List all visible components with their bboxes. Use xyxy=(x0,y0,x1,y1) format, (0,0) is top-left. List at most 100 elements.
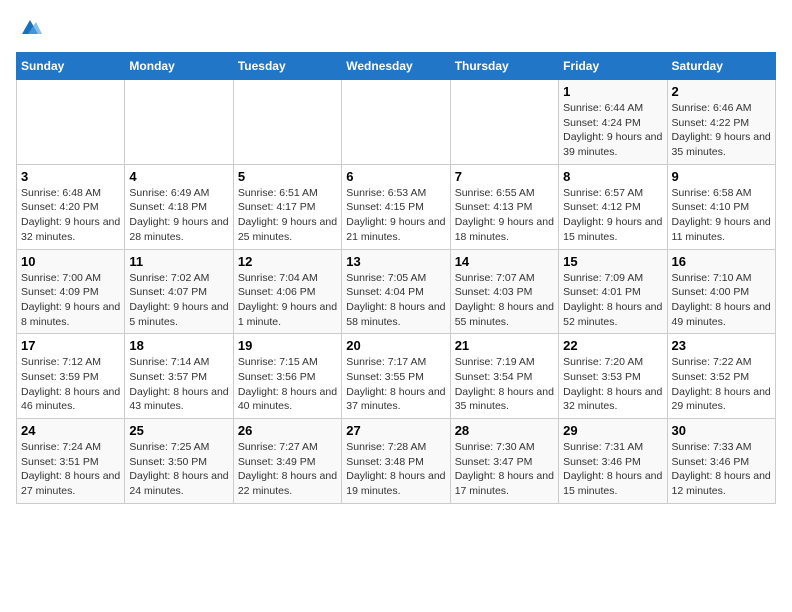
calendar-cell: 4 Sunrise: 6:49 AM Sunset: 4:18 PM Daylig… xyxy=(125,164,233,249)
day-number: 3 xyxy=(21,169,120,184)
day-number: 4 xyxy=(129,169,228,184)
day-detail: Sunrise: 6:44 AM Sunset: 4:24 PM Dayligh… xyxy=(563,101,662,160)
day-detail: Sunrise: 7:10 AM Sunset: 4:00 PM Dayligh… xyxy=(672,271,771,330)
day-detail: Sunrise: 6:48 AM Sunset: 4:20 PM Dayligh… xyxy=(21,186,120,245)
day-number: 27 xyxy=(346,423,445,438)
day-number: 18 xyxy=(129,338,228,353)
calendar-cell: 5 Sunrise: 6:51 AM Sunset: 4:17 PM Daylig… xyxy=(233,164,341,249)
day-detail: Sunrise: 6:53 AM Sunset: 4:15 PM Dayligh… xyxy=(346,186,445,245)
day-detail: Sunrise: 7:09 AM Sunset: 4:01 PM Dayligh… xyxy=(563,271,662,330)
calendar-cell: 25 Sunrise: 7:25 AM Sunset: 3:50 PM Dayli… xyxy=(125,419,233,504)
calendar-cell: 8Sunrise: 6:57 AM Sunset: 4:12 PM Daylig… xyxy=(559,164,667,249)
calendar-cell: 9 Sunrise: 6:58 AM Sunset: 4:10 PM Daylig… xyxy=(667,164,775,249)
calendar-cell: 11 Sunrise: 7:02 AM Sunset: 4:07 PM Dayli… xyxy=(125,249,233,334)
header-row: SundayMondayTuesdayWednesdayThursdayFrid… xyxy=(17,53,776,80)
day-detail: Sunrise: 7:22 AM Sunset: 3:52 PM Dayligh… xyxy=(672,355,771,414)
page-header xyxy=(16,16,776,40)
calendar-cell: 21 Sunrise: 7:19 AM Sunset: 3:54 PM Dayli… xyxy=(450,334,558,419)
logo-icon xyxy=(18,16,42,40)
day-number: 7 xyxy=(455,169,554,184)
day-number: 13 xyxy=(346,254,445,269)
day-number: 25 xyxy=(129,423,228,438)
day-number: 11 xyxy=(129,254,228,269)
calendar-cell: 13 Sunrise: 7:05 AM Sunset: 4:04 PM Dayli… xyxy=(342,249,450,334)
day-detail: Sunrise: 7:24 AM Sunset: 3:51 PM Dayligh… xyxy=(21,440,120,499)
week-row-5: 24 Sunrise: 7:24 AM Sunset: 3:51 PM Dayli… xyxy=(17,419,776,504)
calendar-cell: 28 Sunrise: 7:30 AM Sunset: 3:47 PM Dayli… xyxy=(450,419,558,504)
calendar-cell: 14Sunrise: 7:07 AM Sunset: 4:03 PM Dayli… xyxy=(450,249,558,334)
day-number: 12 xyxy=(238,254,337,269)
calendar-cell xyxy=(17,80,125,165)
day-detail: Sunrise: 7:33 AM Sunset: 3:46 PM Dayligh… xyxy=(672,440,771,499)
day-detail: Sunrise: 7:19 AM Sunset: 3:54 PM Dayligh… xyxy=(455,355,554,414)
day-number: 22 xyxy=(563,338,662,353)
day-detail: Sunrise: 7:02 AM Sunset: 4:07 PM Dayligh… xyxy=(129,271,228,330)
day-number: 19 xyxy=(238,338,337,353)
day-detail: Sunrise: 7:25 AM Sunset: 3:50 PM Dayligh… xyxy=(129,440,228,499)
calendar-cell: 24 Sunrise: 7:24 AM Sunset: 3:51 PM Dayli… xyxy=(17,419,125,504)
day-number: 29 xyxy=(563,423,662,438)
day-number: 1 xyxy=(563,84,662,99)
calendar-cell: 12 Sunrise: 7:04 AM Sunset: 4:06 PM Dayli… xyxy=(233,249,341,334)
day-detail: Sunrise: 7:30 AM Sunset: 3:47 PM Dayligh… xyxy=(455,440,554,499)
calendar-cell: 17 Sunrise: 7:12 AM Sunset: 3:59 PM Dayli… xyxy=(17,334,125,419)
day-number: 24 xyxy=(21,423,120,438)
week-row-1: 1 Sunrise: 6:44 AM Sunset: 4:24 PM Daylig… xyxy=(17,80,776,165)
col-header-monday: Monday xyxy=(125,53,233,80)
calendar-cell xyxy=(125,80,233,165)
day-detail: Sunrise: 6:55 AM Sunset: 4:13 PM Dayligh… xyxy=(455,186,554,245)
day-detail: Sunrise: 7:15 AM Sunset: 3:56 PM Dayligh… xyxy=(238,355,337,414)
calendar-cell: 2 Sunrise: 6:46 AM Sunset: 4:22 PM Daylig… xyxy=(667,80,775,165)
day-number: 20 xyxy=(346,338,445,353)
day-number: 15 xyxy=(563,254,662,269)
calendar-cell xyxy=(450,80,558,165)
calendar-cell: 18 Sunrise: 7:14 AM Sunset: 3:57 PM Dayli… xyxy=(125,334,233,419)
calendar-cell: 20 Sunrise: 7:17 AM Sunset: 3:55 PM Dayli… xyxy=(342,334,450,419)
day-number: 5 xyxy=(238,169,337,184)
calendar-cell: 15 Sunrise: 7:09 AM Sunset: 4:01 PM Dayli… xyxy=(559,249,667,334)
day-detail: Sunrise: 7:27 AM Sunset: 3:49 PM Dayligh… xyxy=(238,440,337,499)
calendar-cell xyxy=(233,80,341,165)
day-detail: Sunrise: 7:20 AM Sunset: 3:53 PM Dayligh… xyxy=(563,355,662,414)
day-detail: Sunrise: 7:14 AM Sunset: 3:57 PM Dayligh… xyxy=(129,355,228,414)
day-detail: Sunrise: 7:31 AM Sunset: 3:46 PM Dayligh… xyxy=(563,440,662,499)
calendar-cell: 19 Sunrise: 7:15 AM Sunset: 3:56 PM Dayli… xyxy=(233,334,341,419)
calendar-cell: 3 Sunrise: 6:48 AM Sunset: 4:20 PM Daylig… xyxy=(17,164,125,249)
day-number: 14 xyxy=(455,254,554,269)
week-row-4: 17 Sunrise: 7:12 AM Sunset: 3:59 PM Dayli… xyxy=(17,334,776,419)
day-detail: Sunrise: 6:46 AM Sunset: 4:22 PM Dayligh… xyxy=(672,101,771,160)
week-row-2: 3 Sunrise: 6:48 AM Sunset: 4:20 PM Daylig… xyxy=(17,164,776,249)
col-header-saturday: Saturday xyxy=(667,53,775,80)
day-number: 2 xyxy=(672,84,771,99)
calendar-cell: 16 Sunrise: 7:10 AM Sunset: 4:00 PM Dayli… xyxy=(667,249,775,334)
calendar-cell: 26 Sunrise: 7:27 AM Sunset: 3:49 PM Dayli… xyxy=(233,419,341,504)
calendar-cell: 22 Sunrise: 7:20 AM Sunset: 3:53 PM Dayli… xyxy=(559,334,667,419)
day-number: 28 xyxy=(455,423,554,438)
day-number: 26 xyxy=(238,423,337,438)
day-number: 6 xyxy=(346,169,445,184)
calendar-cell: 10Sunrise: 7:00 AM Sunset: 4:09 PM Dayli… xyxy=(17,249,125,334)
col-header-friday: Friday xyxy=(559,53,667,80)
calendar-cell: 27Sunrise: 7:28 AM Sunset: 3:48 PM Dayli… xyxy=(342,419,450,504)
col-header-sunday: Sunday xyxy=(17,53,125,80)
day-detail: Sunrise: 6:51 AM Sunset: 4:17 PM Dayligh… xyxy=(238,186,337,245)
day-detail: Sunrise: 7:12 AM Sunset: 3:59 PM Dayligh… xyxy=(21,355,120,414)
day-detail: Sunrise: 7:05 AM Sunset: 4:04 PM Dayligh… xyxy=(346,271,445,330)
day-detail: Sunrise: 6:58 AM Sunset: 4:10 PM Dayligh… xyxy=(672,186,771,245)
calendar-cell: 23Sunrise: 7:22 AM Sunset: 3:52 PM Dayli… xyxy=(667,334,775,419)
col-header-tuesday: Tuesday xyxy=(233,53,341,80)
day-number: 17 xyxy=(21,338,120,353)
calendar-table: SundayMondayTuesdayWednesdayThursdayFrid… xyxy=(16,52,776,504)
day-number: 21 xyxy=(455,338,554,353)
calendar-cell: 7 Sunrise: 6:55 AM Sunset: 4:13 PM Daylig… xyxy=(450,164,558,249)
calendar-cell: 30 Sunrise: 7:33 AM Sunset: 3:46 PM Dayli… xyxy=(667,419,775,504)
day-detail: Sunrise: 7:04 AM Sunset: 4:06 PM Dayligh… xyxy=(238,271,337,330)
calendar-cell: 1 Sunrise: 6:44 AM Sunset: 4:24 PM Daylig… xyxy=(559,80,667,165)
calendar-cell: 6 Sunrise: 6:53 AM Sunset: 4:15 PM Daylig… xyxy=(342,164,450,249)
col-header-wednesday: Wednesday xyxy=(342,53,450,80)
day-detail: Sunrise: 6:49 AM Sunset: 4:18 PM Dayligh… xyxy=(129,186,228,245)
day-number: 16 xyxy=(672,254,771,269)
day-detail: Sunrise: 7:17 AM Sunset: 3:55 PM Dayligh… xyxy=(346,355,445,414)
day-number: 9 xyxy=(672,169,771,184)
day-number: 30 xyxy=(672,423,771,438)
